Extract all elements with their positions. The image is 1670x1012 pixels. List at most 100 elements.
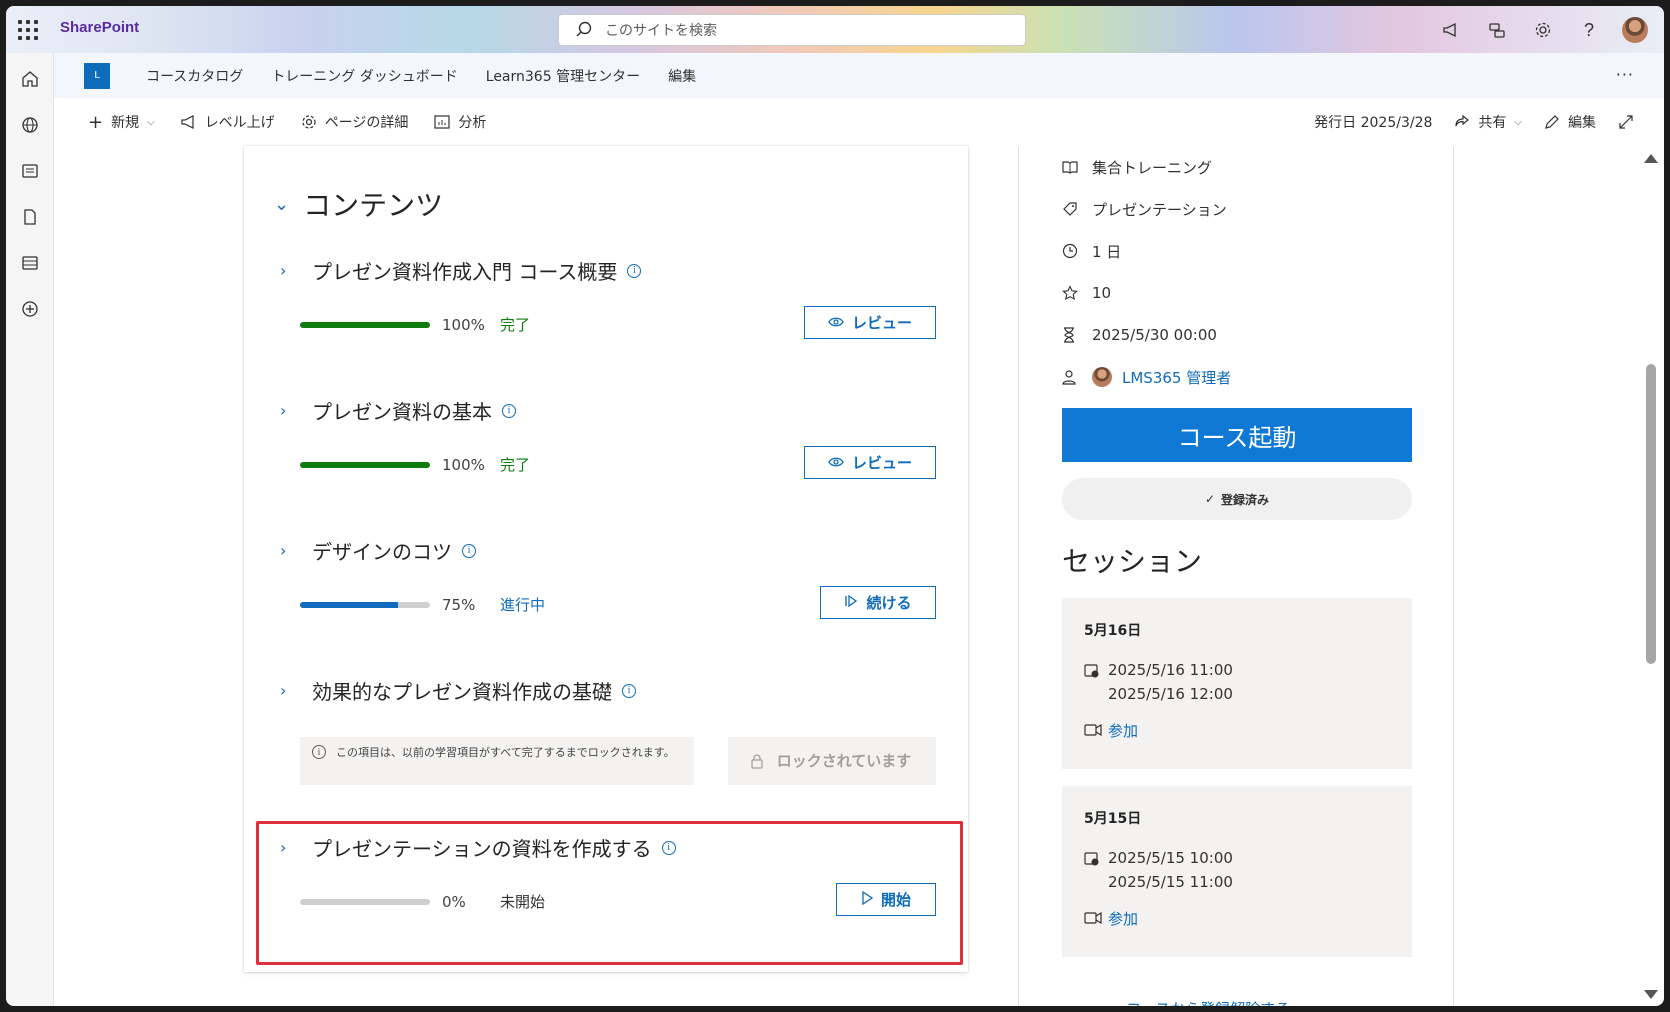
document-icon[interactable] — [18, 205, 42, 229]
progress-percent: 100% — [442, 315, 485, 334]
expand-icon[interactable] — [1618, 114, 1634, 130]
module-header[interactable]: › デザインのコツ i — [280, 536, 936, 565]
course-deadline-text: 2025/5/30 00:00 — [1092, 326, 1217, 344]
session-time: 2025/5/16 11:00 2025/5/16 12:00 — [1084, 658, 1390, 706]
progress-bar — [300, 321, 430, 328]
new-label: 新規 — [111, 115, 140, 131]
command-bar-right: 発行日 2025/3/28 共有 ⌵ 編集 — [1314, 98, 1634, 146]
session-card: 5月16日 2025/5/16 11:00 2025/5/16 12:00 参加 — [1062, 598, 1412, 769]
analytics-label: 分析 — [458, 115, 487, 131]
highlight-annotation — [256, 821, 963, 965]
create-icon[interactable] — [18, 297, 42, 321]
new-button[interactable]: + 新規 ⌵ — [88, 112, 155, 133]
course-duration-text: 1 日 — [1092, 242, 1122, 261]
left-app-bar — [6, 53, 54, 1006]
progress-status: 進行中 — [500, 596, 546, 614]
search-placeholder: このサイトを検索 — [605, 23, 717, 39]
session-date: 5月15日 — [1084, 811, 1142, 827]
scroll-up-arrow[interactable] — [1644, 154, 1658, 163]
brand-name[interactable]: SharePoint — [60, 19, 139, 36]
progress-percent: 75% — [442, 595, 476, 614]
unenroll-link[interactable]: コースから登録解除する — [1126, 998, 1290, 1006]
session-date: 5月16日 — [1084, 623, 1142, 639]
globe-icon[interactable] — [18, 113, 42, 137]
chevron-right-icon: › — [280, 681, 287, 700]
course-owner: LMS365 管理者 — [1062, 356, 1412, 398]
progress-status: 完了 — [500, 456, 531, 474]
suite-icons: ? — [1438, 17, 1648, 43]
promote-label: レベル上げ — [204, 115, 275, 131]
course-deadline: 2025/5/30 00:00 — [1062, 314, 1412, 356]
news-icon[interactable] — [18, 159, 42, 183]
analytics-button[interactable]: 分析 — [434, 112, 486, 132]
page-scrollbar[interactable] — [1644, 154, 1658, 999]
command-bar: + 新規 ⌵ レベル上げ ページの詳細 分析 発行日 2025/3/28 共有 … — [54, 98, 1664, 146]
scroll-down-arrow[interactable] — [1644, 990, 1658, 999]
more-icon[interactable]: ··· — [1616, 65, 1634, 84]
edit-label: 編集 — [1568, 115, 1596, 131]
lock-note: i この項目は、以前の学習項目がすべて完了するまでロックされます。 — [300, 737, 694, 785]
search-icon — [576, 21, 592, 37]
home-icon[interactable] — [18, 67, 42, 91]
clock-icon — [1062, 243, 1086, 259]
chevron-right-icon: › — [280, 541, 287, 560]
review-button[interactable]: レビュー — [804, 446, 936, 479]
join-link[interactable]: 参加 — [1084, 908, 1390, 929]
locked-button: ロックされています — [728, 737, 936, 785]
review-label: レビュー — [851, 314, 912, 332]
info-icon[interactable]: i — [627, 263, 642, 278]
progress-bar — [300, 461, 430, 468]
play-step-icon — [844, 594, 858, 612]
scroll-thumb[interactable] — [1646, 364, 1656, 664]
help-icon[interactable]: ? — [1576, 17, 1602, 43]
share-button[interactable]: 共有 ⌵ — [1454, 112, 1522, 132]
page-details-button[interactable]: ページの詳細 — [301, 112, 408, 132]
module-item: › プレゼン資料作成入門 コース概要 i 100% 完了 レビュー — [280, 256, 936, 356]
nav-item-admin-center[interactable]: Learn365 管理センター — [486, 66, 640, 86]
module-header[interactable]: › プレゼン資料の基本 i — [280, 396, 936, 425]
nav-item-course-catalog[interactable]: コースカタログ — [146, 66, 243, 86]
contents-header[interactable]: ⌄ コンテンツ — [274, 184, 443, 224]
course-points: 10 — [1062, 272, 1412, 314]
promote-button[interactable]: レベル上げ — [181, 112, 275, 132]
module-progress: 100% 完了 — [300, 314, 530, 335]
owner-link[interactable]: LMS365 管理者 — [1122, 367, 1231, 388]
module-header[interactable]: › プレゼン資料作成入門 コース概要 i — [280, 256, 936, 285]
owner-avatar — [1092, 367, 1112, 387]
chevron-down-icon: ⌵ — [147, 116, 155, 128]
join-label: 参加 — [1108, 910, 1139, 928]
info-icon[interactable]: i — [502, 403, 516, 418]
join-link[interactable]: 参加 — [1084, 720, 1390, 741]
progress-percent: 100% — [442, 455, 485, 474]
search-box[interactable]: このサイトを検索 — [558, 14, 1026, 46]
nav-item-training-dashboard[interactable]: トレーニング ダッシュボード — [271, 66, 457, 86]
module-title: プレゼン資料の基本 — [312, 400, 492, 424]
enrolled-button[interactable]: ✓ 登録済み — [1062, 478, 1412, 520]
video-icon — [1084, 722, 1108, 740]
session-card: 5月15日 2025/5/15 10:00 2025/5/15 11:00 参加 — [1062, 786, 1412, 957]
module-header[interactable]: › 効果的なプレゼン資料作成の基礎 i — [280, 676, 936, 705]
avatar[interactable] — [1622, 17, 1648, 43]
list-icon[interactable] — [18, 251, 42, 275]
app-launcher-icon[interactable] — [18, 20, 38, 40]
megaphone-icon — [181, 115, 194, 129]
continue-button[interactable]: 続ける — [820, 586, 936, 619]
review-button[interactable]: レビュー — [804, 306, 936, 339]
edit-button[interactable]: 編集 — [1544, 112, 1596, 132]
module-item: › デザインのコツ i 75% 進行中 続ける — [280, 536, 936, 636]
gear-icon[interactable] — [1530, 17, 1556, 43]
plus-icon: + — [88, 111, 104, 133]
browser-window: SharePoint このサイトを検索 ? L コースカタログ トレーニング ダ… — [6, 6, 1664, 1006]
site-logo[interactable]: L — [84, 62, 110, 89]
feedback-icon[interactable] — [1484, 17, 1510, 43]
module-item: › プレゼン資料の基本 i 100% 完了 レビュー — [280, 396, 936, 496]
module-item: › 効果的なプレゼン資料作成の基礎 i i この項目は、以前の学習項目がすべて完… — [280, 676, 936, 796]
nav-item-edit[interactable]: 編集 — [668, 66, 696, 86]
megaphone-icon[interactable] — [1438, 17, 1464, 43]
course-points-text: 10 — [1092, 284, 1112, 302]
course-tag-text: プレゼンテーション — [1092, 200, 1227, 219]
launch-course-button[interactable]: コース起動 — [1062, 408, 1412, 462]
info-icon[interactable]: i — [462, 543, 476, 558]
info-icon[interactable]: i — [622, 683, 636, 698]
share-label: 共有 — [1478, 115, 1507, 131]
